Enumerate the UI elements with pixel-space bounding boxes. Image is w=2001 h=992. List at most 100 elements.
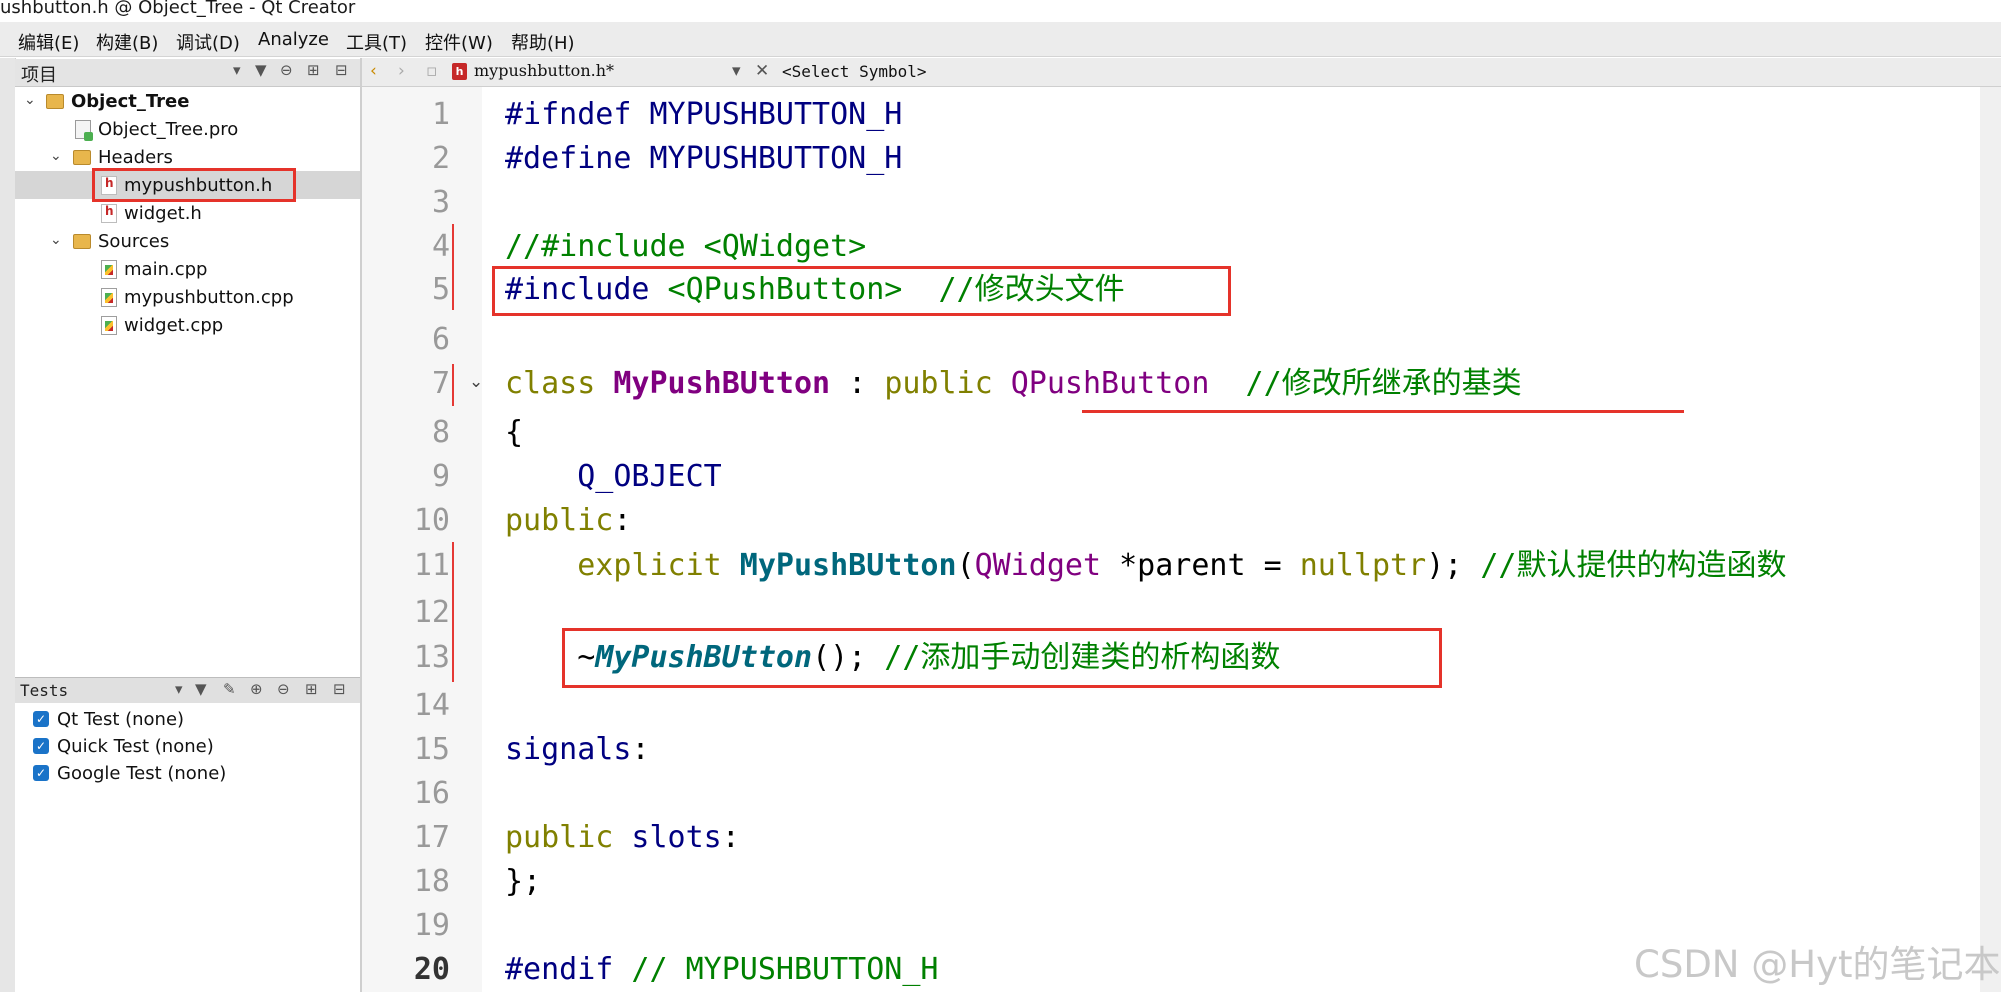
link-icon[interactable]: ⊖	[280, 61, 293, 79]
highlight-box-selected-file	[92, 168, 296, 202]
close-panel-icon[interactable]: ⊟	[333, 680, 346, 698]
checkbox-checked-icon[interactable]: ✓	[33, 765, 49, 781]
filter-icon[interactable]: ▼	[195, 680, 207, 698]
filter-icon[interactable]: ▼	[255, 61, 267, 79]
test-item-google[interactable]: ✓ Google Test (none)	[33, 760, 226, 786]
split-icon[interactable]: ⊞	[305, 680, 318, 698]
menu-debug[interactable]: 调试(D)	[176, 29, 240, 55]
highlight-box-destructor	[562, 628, 1442, 688]
chevron-down-icon[interactable]: ⌄	[24, 92, 36, 108]
test-item-quick[interactable]: ✓ Quick Test (none)	[33, 733, 214, 759]
tree-item-label: Object_Tree	[71, 90, 190, 112]
title-bar: ushbutton.h @ Object_Tree - Qt Creator	[0, 0, 2001, 20]
tree-item-headers[interactable]: Headers	[73, 143, 173, 171]
line-number: 6	[431, 322, 450, 357]
checkbox-checked-icon[interactable]: ✓	[33, 711, 49, 727]
line-number: 8	[431, 415, 450, 450]
collapse-icon[interactable]: ⊖	[277, 680, 290, 698]
tree-item-widget-h[interactable]: widget.h	[101, 199, 202, 227]
cpp-file-icon	[101, 287, 117, 307]
code-line-18: };	[505, 864, 542, 899]
code-line-17: public slots:	[505, 820, 740, 855]
folder-icon	[73, 233, 91, 249]
line-number: 16	[413, 776, 450, 811]
chevron-down-icon[interactable]: ⌄	[50, 232, 62, 248]
menu-build[interactable]: 构建(B)	[96, 29, 158, 55]
symbol-selector[interactable]: <Select Symbol>	[782, 62, 927, 81]
tree-item-label: mypushbutton.cpp	[124, 286, 294, 308]
forward-arrow-icon[interactable]: ›	[398, 61, 405, 81]
line-number: 14	[413, 688, 450, 723]
close-icon[interactable]: ✕	[755, 61, 769, 81]
tree-item-label: Sources	[98, 230, 170, 252]
test-item-label: Quick Test (none)	[57, 735, 214, 757]
highlight-underline-base-class	[1082, 410, 1684, 413]
pro-file-icon	[75, 119, 93, 141]
line-number: 3	[431, 185, 450, 220]
line-number: 7	[431, 366, 450, 401]
cpp-file-icon	[101, 259, 117, 279]
dropdown-arrow-icon[interactable]: ▾	[732, 61, 741, 81]
line-number: 5	[431, 272, 450, 307]
code-line-20: #endif // MYPUSHBUTTON_H	[505, 952, 939, 987]
window-title: ushbutton.h @ Object_Tree - Qt Creator	[0, 0, 356, 18]
back-arrow-icon[interactable]: ‹	[370, 61, 377, 81]
left-mode-bar	[0, 58, 16, 992]
dropdown-arrow-icon[interactable]: ▾	[175, 680, 183, 698]
tree-item-label: widget.cpp	[124, 314, 224, 336]
watermark: CSDN @Hyt的笔记本	[1634, 943, 2001, 986]
change-marker	[452, 224, 454, 310]
line-number: 12	[413, 595, 450, 630]
tests-panel-header: Tests ▾ ▼ ✎ ⊕ ⊖ ⊞ ⊟	[15, 677, 360, 704]
change-marker	[452, 364, 454, 406]
code-line-9: Q_OBJECT	[577, 459, 722, 494]
tree-item-label: main.cpp	[124, 258, 208, 280]
fold-chevron-icon[interactable]: ⌄	[469, 372, 483, 392]
menu-help[interactable]: 帮助(H)	[511, 29, 575, 55]
tree-item-label: Headers	[98, 146, 173, 168]
tree-item-sources[interactable]: Sources	[73, 227, 169, 255]
line-number: 13	[413, 640, 450, 675]
line-number: 19	[413, 908, 450, 943]
code-line-4: //#include <QWidget>	[505, 229, 867, 264]
change-marker	[452, 542, 454, 682]
project-panel-header: 项目 ▾ ▼ ⊖ ⊞ ⊟	[15, 59, 360, 87]
folder-icon	[73, 149, 91, 165]
tree-item-widget-cpp[interactable]: widget.cpp	[101, 311, 223, 339]
cpp-file-icon	[101, 315, 117, 335]
close-panel-icon[interactable]: ⊟	[335, 61, 348, 79]
test-item-label: Google Test (none)	[57, 762, 227, 784]
project-folder-icon	[46, 93, 64, 109]
tree-item-label: widget.h	[124, 202, 202, 224]
file-tab[interactable]: mypushbutton.h*	[474, 61, 614, 80]
vertical-scrollbar[interactable]	[1980, 87, 2001, 992]
line-number: 1	[431, 97, 450, 132]
test-item-qt[interactable]: ✓ Qt Test (none)	[33, 706, 184, 732]
code-line-1: #ifndef MYPUSHBUTTON_H	[505, 97, 903, 132]
code-line-7: class MyPushBUtton : public QPushButton …	[505, 366, 1522, 401]
line-number: 10	[413, 503, 450, 538]
code-line-8: {	[505, 415, 524, 450]
tree-item-mypushbutton-cpp[interactable]: mypushbutton.cpp	[101, 283, 294, 311]
tree-item-pro-file[interactable]: Object_Tree.pro	[75, 115, 238, 143]
menu-tools[interactable]: 工具(T)	[346, 29, 407, 55]
line-number: 17	[413, 820, 450, 855]
split-icon[interactable]: ⊞	[307, 61, 320, 79]
menu-analyze[interactable]: Analyze	[258, 29, 329, 50]
run-icon[interactable]: ✎	[223, 680, 236, 698]
line-number: 11	[413, 548, 450, 583]
menu-bar: 编辑(E) 构建(B) 调试(D) Analyze 工具(T) 控件(W) 帮助…	[0, 22, 2001, 57]
chevron-down-icon[interactable]: ⌄	[50, 148, 62, 164]
code-line-2: #define MYPUSHBUTTON_H	[505, 141, 903, 176]
menu-edit[interactable]: 编辑(E)	[18, 29, 79, 55]
test-item-label: Qt Test (none)	[57, 708, 185, 730]
tree-item-main-cpp[interactable]: main.cpp	[101, 255, 207, 283]
line-number: 18	[413, 864, 450, 899]
dropdown-arrow-icon[interactable]: ▾	[233, 61, 241, 79]
line-number: 15	[413, 732, 450, 767]
checkbox-checked-icon[interactable]: ✓	[33, 738, 49, 754]
menu-controls[interactable]: 控件(W)	[425, 29, 493, 55]
expand-icon[interactable]: ⊕	[250, 680, 263, 698]
tree-item-project[interactable]: Object_Tree	[46, 87, 189, 115]
header-file-icon	[101, 203, 117, 223]
